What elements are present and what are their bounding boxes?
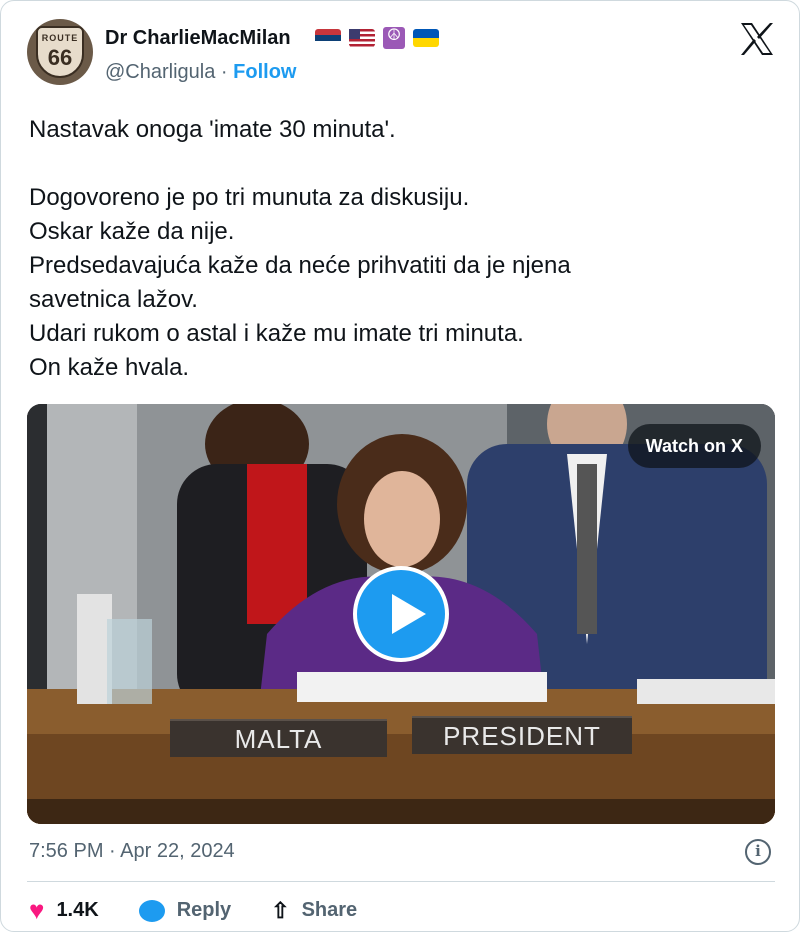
tweet-line: Udari rukom o astal i kaže mu imate tri …: [29, 320, 524, 347]
route-66-shield-icon: ROUTE 66: [36, 26, 84, 78]
avatar-number: 66: [47, 45, 73, 70]
name-emoji-flags: ☮: [315, 27, 439, 49]
serbia-flag-icon: [315, 29, 341, 47]
heart-icon: ♥: [29, 895, 45, 925]
like-button[interactable]: ♥ 1.4K: [29, 895, 99, 926]
ukraine-flag-icon: [413, 29, 439, 47]
placard-president: PRESIDENT: [412, 716, 632, 754]
tweet-line: [29, 147, 769, 181]
author-handle[interactable]: @Charligula: [105, 61, 215, 83]
action-bar: ♥ 1.4K Reply ⇧ Share: [29, 895, 397, 926]
like-count: 1.4K: [56, 899, 99, 921]
x-logo-icon[interactable]: [737, 19, 777, 59]
tweet-timestamp[interactable]: 7:56 PM · Apr 22, 2024: [29, 840, 235, 863]
tweet-line: savetnica lažov.: [29, 286, 198, 313]
tweet-text: Nastavak onoga 'imate 30 minuta'. Dogovo…: [29, 113, 769, 385]
tweet-card: ROUTE 66 Dr CharlieMacMilan ☮ @Charligul…: [0, 0, 800, 932]
author-display-name[interactable]: Dr CharlieMacMilan: [105, 27, 291, 50]
tweet-line: Dogovoreno je po tri munuta za diskusiju…: [29, 184, 470, 211]
peace-symbol-icon: ☮: [383, 27, 405, 49]
avatar[interactable]: ROUTE 66: [27, 19, 93, 85]
play-button-icon[interactable]: [353, 566, 449, 662]
separator-dot: ·: [220, 61, 228, 83]
video-player[interactable]: MALTA PRESIDENT Watch on X: [27, 404, 775, 824]
share-label: Share: [301, 899, 358, 921]
handle-row: @Charligula · Follow: [105, 61, 296, 84]
tweet-line: Oskar kaže da nije.: [29, 218, 235, 245]
divider: [27, 881, 775, 882]
reply-label: Reply: [176, 899, 232, 921]
tweet-line: Nastavak onoga 'imate 30 minuta'.: [29, 116, 396, 143]
reply-button[interactable]: Reply: [138, 899, 232, 922]
share-button[interactable]: ⇧ Share: [271, 898, 357, 924]
tweet-line: Predsedavajuća kaže da neće prihvatiti d…: [29, 252, 571, 279]
tweet-line: On kaže hvala.: [29, 354, 190, 381]
placard-malta: MALTA: [170, 719, 387, 757]
info-icon[interactable]: i: [745, 839, 771, 865]
watch-on-x-button[interactable]: Watch on X: [627, 424, 761, 468]
follow-button[interactable]: Follow: [233, 61, 296, 83]
us-flag-icon: [349, 29, 375, 47]
share-icon: ⇧: [271, 897, 290, 923]
avatar-top-text: ROUTE: [41, 33, 79, 43]
reply-bubble-icon: [138, 899, 165, 922]
